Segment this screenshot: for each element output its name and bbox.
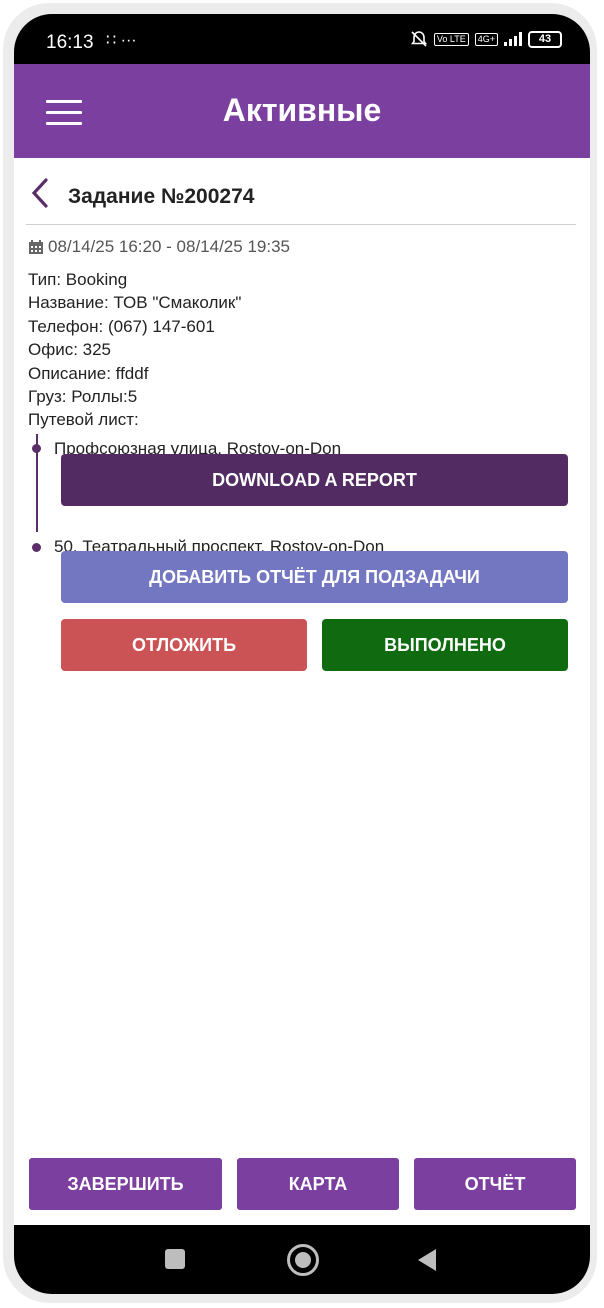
back-icon[interactable] [418,1249,436,1271]
volte-icon: Vo LTE [433,32,469,46]
finish-button[interactable]: ЗАВЕРШИТЬ [29,1158,222,1210]
app-bar: Активные [14,64,590,158]
back-arrow-icon[interactable] [30,178,50,208]
download-report-button[interactable]: DOWNLOAD A REPORT [61,454,568,506]
task-title: Задание №200274 [68,185,255,208]
network-icon: 4G+ [474,32,498,46]
stop-dot [32,444,41,453]
task-office: Офис: 325 [28,340,112,360]
task-waybill: Путевой лист: [28,410,139,430]
task-description: Описание: ffddf [28,363,149,383]
home-icon[interactable] [287,1244,319,1276]
task-cargo: Груз: Роллы:5 [28,387,138,407]
status-bar: 16:13 ∷ ··· Vo LTE 4G+ 43 [14,14,590,64]
map-button[interactable]: КАРТА [237,1158,399,1210]
cast-icon: ∷ ··· [106,32,137,49]
task-details: Тип: Booking Название: ТОВ "Смаколик" Те… [28,268,241,432]
task-company: Название: ТОВ "Смаколик" [28,293,242,313]
done-button[interactable]: ВЫПОЛНЕНО [322,619,568,671]
page-title: Активные [222,92,382,128]
phone-screen: 16:13 ∷ ··· Vo LTE 4G+ 43 Активные Задан… [14,14,590,1294]
task-header: Задание №200274 [26,172,576,225]
stop-dot [32,543,41,552]
calendar-icon [29,240,43,254]
task-phone: Телефон: (067) 147-601 [28,316,215,336]
bottom-actions: ЗАВЕРШИТЬ КАРТА ОТЧЁТ [14,1158,590,1210]
signal-icon [504,32,522,46]
add-subtask-report-button[interactable]: ДОБАВИТЬ ОТЧЁТ ДЛЯ ПОДЗАДАЧИ [61,551,568,603]
recents-icon[interactable] [165,1249,185,1269]
mute-bell-icon [410,31,427,47]
task-type: Тип: Booking [28,270,128,289]
status-icons: Vo LTE 4G+ 43 [410,30,562,48]
datetime-text: 08/14/25 16:20 - 08/14/25 19:35 [48,237,290,256]
postpone-button[interactable]: ОТЛОЖИТЬ [61,619,307,671]
status-time: 16:13 [46,32,94,53]
battery-icon: 43 [528,30,562,48]
system-nav-bar [14,1225,590,1294]
report-button[interactable]: ОТЧЁТ [414,1158,576,1210]
task-datetime: 08/14/25 16:20 - 08/14/25 19:35 [28,237,290,257]
